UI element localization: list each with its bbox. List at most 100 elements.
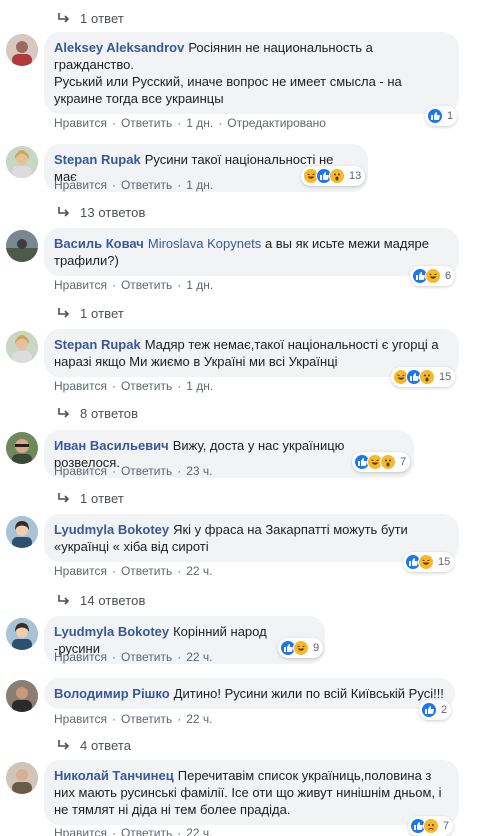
comment-timestamp[interactable]: 22 ч. (186, 564, 212, 578)
reactions-summary[interactable]: 6 (410, 266, 456, 286)
like-button[interactable]: Нравится (54, 278, 107, 292)
reply-button[interactable]: Ответить (121, 116, 172, 130)
comment-actions: Нравится · Ответить · 22 ч. (54, 650, 213, 664)
avatar[interactable] (6, 432, 38, 464)
comment-text: украине тогда все украинцы (54, 91, 224, 106)
separator: · (218, 116, 223, 130)
view-replies-link[interactable]: 1 ответ (58, 8, 124, 28)
view-replies-link[interactable]: 8 ответов (58, 403, 138, 423)
comment-author-link[interactable]: Володимир Рішко (54, 686, 170, 701)
reactions-summary[interactable]: 9 (278, 638, 324, 658)
like-button[interactable]: Нравится (54, 464, 107, 478)
comment-timestamp[interactable]: 1 дн. (186, 116, 213, 130)
view-replies-link[interactable]: 1 ответ (58, 488, 124, 508)
comment-author-link[interactable]: Aleksey Aleksandrov (54, 40, 184, 55)
separator: · (177, 564, 182, 578)
avatar[interactable] (6, 680, 38, 712)
reply-arrow-icon (58, 740, 70, 750)
replies-count-label: 1 ответ (80, 305, 124, 321)
view-replies-link[interactable]: 4 ответа (58, 735, 131, 755)
comment-timestamp[interactable]: 22 ч. (186, 712, 212, 726)
like-button[interactable]: Нравится (54, 826, 107, 836)
reactions-summary[interactable]: 15 (403, 552, 455, 572)
reaction-count: 7 (443, 820, 450, 832)
separator: · (177, 379, 182, 393)
haha-reaction-icon (293, 640, 309, 656)
reply-button[interactable]: Ответить (121, 379, 172, 393)
comment-actions: Нравится · Ответить · 1 дн. · Отредактир… (54, 116, 326, 130)
reply-button[interactable]: Ответить (121, 464, 172, 478)
comment-author-link[interactable]: Василь Ковач (54, 236, 144, 251)
like-button[interactable]: Нравится (54, 650, 107, 664)
comment-actions: Нравится · Ответить · 22 ч. (54, 826, 213, 836)
separator: · (111, 650, 116, 664)
comment-author-link[interactable]: Иван Васильевич (54, 438, 169, 453)
avatar[interactable] (6, 146, 38, 178)
reply-arrow-icon (58, 207, 70, 217)
reaction-count: 6 (445, 270, 452, 282)
reactions-summary[interactable]: 15 (391, 367, 456, 387)
wow-reaction-icon (419, 369, 435, 385)
comment-author-link[interactable]: Stepan Rupak (54, 152, 141, 167)
separator: · (177, 116, 182, 130)
comment-timestamp[interactable]: 1 дн. (186, 278, 213, 292)
reply-button[interactable]: Ответить (121, 826, 172, 836)
separator: · (111, 178, 116, 192)
view-replies-link[interactable]: 14 ответов (58, 590, 145, 610)
avatar[interactable] (6, 230, 38, 262)
view-replies-link[interactable]: 1 ответ (58, 303, 124, 323)
sad-reaction-icon (423, 818, 439, 834)
separator: · (177, 650, 182, 664)
like-button[interactable]: Нравится (54, 178, 107, 192)
comment-timestamp[interactable]: 1 дн. (186, 178, 213, 192)
comment-bubble: Николай Танчинец Перечитавім список украї… (44, 760, 459, 825)
avatar[interactable] (6, 618, 38, 650)
comment-author-link[interactable]: Lyudmyla Bokotey (54, 624, 169, 639)
separator: · (111, 379, 116, 393)
reactions-summary[interactable]: 2 (419, 700, 452, 720)
replies-count-label: 4 ответа (80, 737, 132, 753)
avatar[interactable] (6, 516, 38, 548)
reaction-count: 7 (400, 456, 407, 468)
avatar[interactable] (6, 34, 38, 66)
separator: · (111, 564, 116, 578)
comment-text: «українці « хіба від сироті (54, 539, 209, 554)
reply-button[interactable]: Ответить (121, 564, 172, 578)
comment-text: Руський или Русский, иначе вопрос не име… (54, 74, 402, 89)
like-button[interactable]: Нравится (54, 116, 107, 130)
comment-text: а вы як исьте межи мадяре (264, 236, 429, 251)
reply-button[interactable]: Ответить (121, 278, 172, 292)
reactions-summary[interactable]: 7 (352, 452, 411, 472)
reactions-summary[interactable]: 1 (425, 106, 458, 126)
comment-text: не тямлят ні діда ні тем более прадіда. (54, 802, 291, 817)
comment-author-link[interactable]: Stepan Rupak (54, 337, 141, 352)
reactions-summary[interactable]: 13 (301, 166, 366, 186)
replies-count-label: 1 ответ (80, 10, 124, 26)
reply-button[interactable]: Ответить (121, 712, 172, 726)
reply-button[interactable]: Ответить (121, 650, 172, 664)
comment-timestamp[interactable]: 22 ч. (186, 826, 212, 836)
separator: · (177, 178, 182, 192)
reactions-summary[interactable]: 7 (408, 816, 454, 836)
separator: · (111, 464, 116, 478)
mention-link[interactable]: Miroslava Kopynets (148, 236, 261, 251)
reply-arrow-icon (58, 308, 70, 318)
comment-author-link[interactable]: Lyudmyla Bokotey (54, 522, 169, 537)
like-button[interactable]: Нравится (54, 712, 107, 726)
reply-arrow-icon (58, 595, 70, 605)
separator: · (111, 712, 116, 726)
comment-bubble: Aleksey Aleksandrov Росіянин не националь… (44, 32, 459, 114)
like-button[interactable]: Нравится (54, 379, 107, 393)
avatar[interactable] (6, 331, 38, 363)
edited-label[interactable]: Отредактировано (227, 116, 326, 130)
like-button[interactable]: Нравится (54, 564, 107, 578)
comment-text: наразі якщо Ми жиємо в Україні ми всі Ук… (54, 354, 338, 369)
reply-button[interactable]: Ответить (121, 178, 172, 192)
comment-timestamp[interactable]: 22 ч. (186, 650, 212, 664)
comment-timestamp[interactable]: 1 дн. (186, 379, 213, 393)
comment-author-link[interactable]: Николай Танчинец (54, 768, 174, 783)
comment-text: Дитино! Русини жили по всій Київській Ру… (173, 686, 444, 701)
avatar[interactable] (6, 762, 38, 794)
view-replies-link[interactable]: 13 ответов (58, 202, 145, 222)
comment-timestamp[interactable]: 23 ч. (186, 464, 212, 478)
